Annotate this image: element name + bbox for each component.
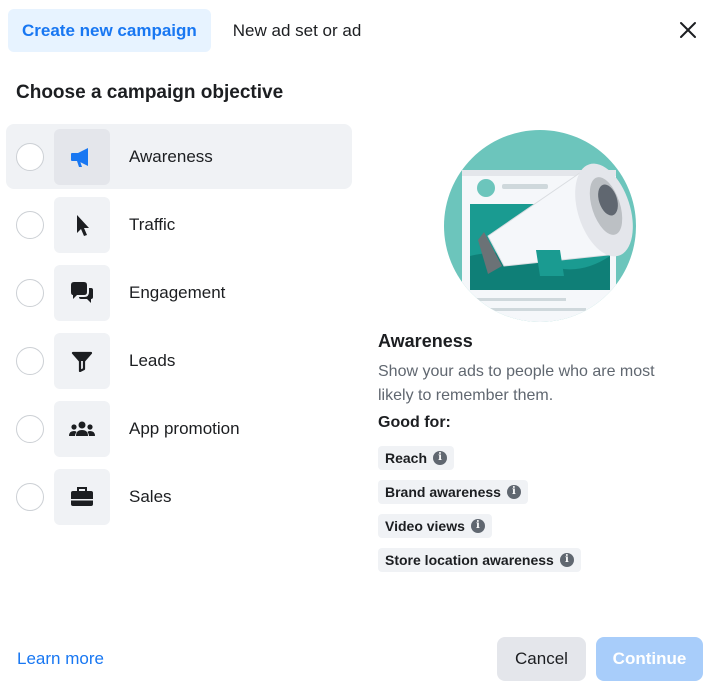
- tab-new-ad-set-or-ad[interactable]: New ad set or ad: [219, 9, 376, 52]
- section-title: Choose a campaign objective: [16, 82, 284, 103]
- header-tabs: Create new campaign New ad set or ad: [8, 9, 375, 52]
- good-for-chip: Video views i: [378, 514, 492, 538]
- info-icon[interactable]: i: [470, 519, 485, 533]
- info-icon[interactable]: i: [559, 553, 574, 567]
- detail-description: Show your ads to people who are most lik…: [378, 363, 655, 404]
- objective-awareness[interactable]: Awareness: [6, 124, 352, 189]
- awareness-illustration: [440, 126, 660, 326]
- cancel-button[interactable]: Cancel: [497, 637, 586, 681]
- funnel-icon: [54, 332, 110, 389]
- info-icon[interactable]: i: [433, 451, 448, 465]
- cursor-icon: [54, 196, 110, 253]
- learn-more-link[interactable]: Learn more: [17, 649, 104, 669]
- radio-button[interactable]: [16, 346, 44, 375]
- objective-list: Awareness Traffic Engagement Leads App p…: [6, 124, 352, 532]
- objective-label: Traffic: [129, 214, 176, 234]
- chip-label: Reach: [385, 450, 428, 466]
- campaign-dialog: Create new campaign New ad set or ad Cho…: [0, 0, 720, 689]
- objective-label: Awareness: [129, 146, 213, 166]
- objective-label: Engagement: [129, 282, 226, 302]
- detail-title: Awareness: [378, 331, 473, 351]
- radio-button[interactable]: [16, 278, 44, 307]
- good-for-chip: Store location awareness i: [378, 548, 581, 572]
- people-icon: [54, 400, 110, 457]
- good-for-chip: Reach i: [378, 446, 455, 470]
- chip-label: Brand awareness: [385, 484, 501, 500]
- good-for-list: Reach i Brand awareness i Video views i Sto…: [378, 446, 581, 582]
- good-for-chip: Brand awareness i: [378, 480, 528, 504]
- objective-leads[interactable]: Leads: [6, 328, 352, 393]
- close-button[interactable]: [674, 16, 702, 44]
- continue-button[interactable]: Continue: [596, 637, 703, 681]
- info-icon[interactable]: i: [506, 485, 521, 499]
- tab-create-new-campaign[interactable]: Create new campaign: [8, 9, 211, 52]
- objective-label: Leads: [129, 350, 176, 370]
- objective-label: Sales: [129, 486, 172, 506]
- objective-app-promotion[interactable]: App promotion: [6, 396, 352, 461]
- radio-button[interactable]: [16, 142, 44, 171]
- good-for-heading: Good for:: [378, 414, 451, 431]
- radio-button[interactable]: [16, 210, 44, 239]
- close-icon: [680, 22, 696, 38]
- objective-label: App promotion: [129, 418, 240, 438]
- briefcase-icon: [54, 468, 110, 525]
- chip-label: Video views: [385, 518, 465, 534]
- megaphone-icon: [54, 128, 110, 185]
- objective-traffic[interactable]: Traffic: [6, 192, 352, 257]
- radio-button[interactable]: [16, 414, 44, 443]
- objective-engagement[interactable]: Engagement: [6, 260, 352, 325]
- chat-bubbles-icon: [54, 264, 110, 321]
- radio-button[interactable]: [16, 482, 44, 511]
- chip-label: Store location awareness: [385, 552, 554, 568]
- objective-sales[interactable]: Sales: [6, 464, 352, 529]
